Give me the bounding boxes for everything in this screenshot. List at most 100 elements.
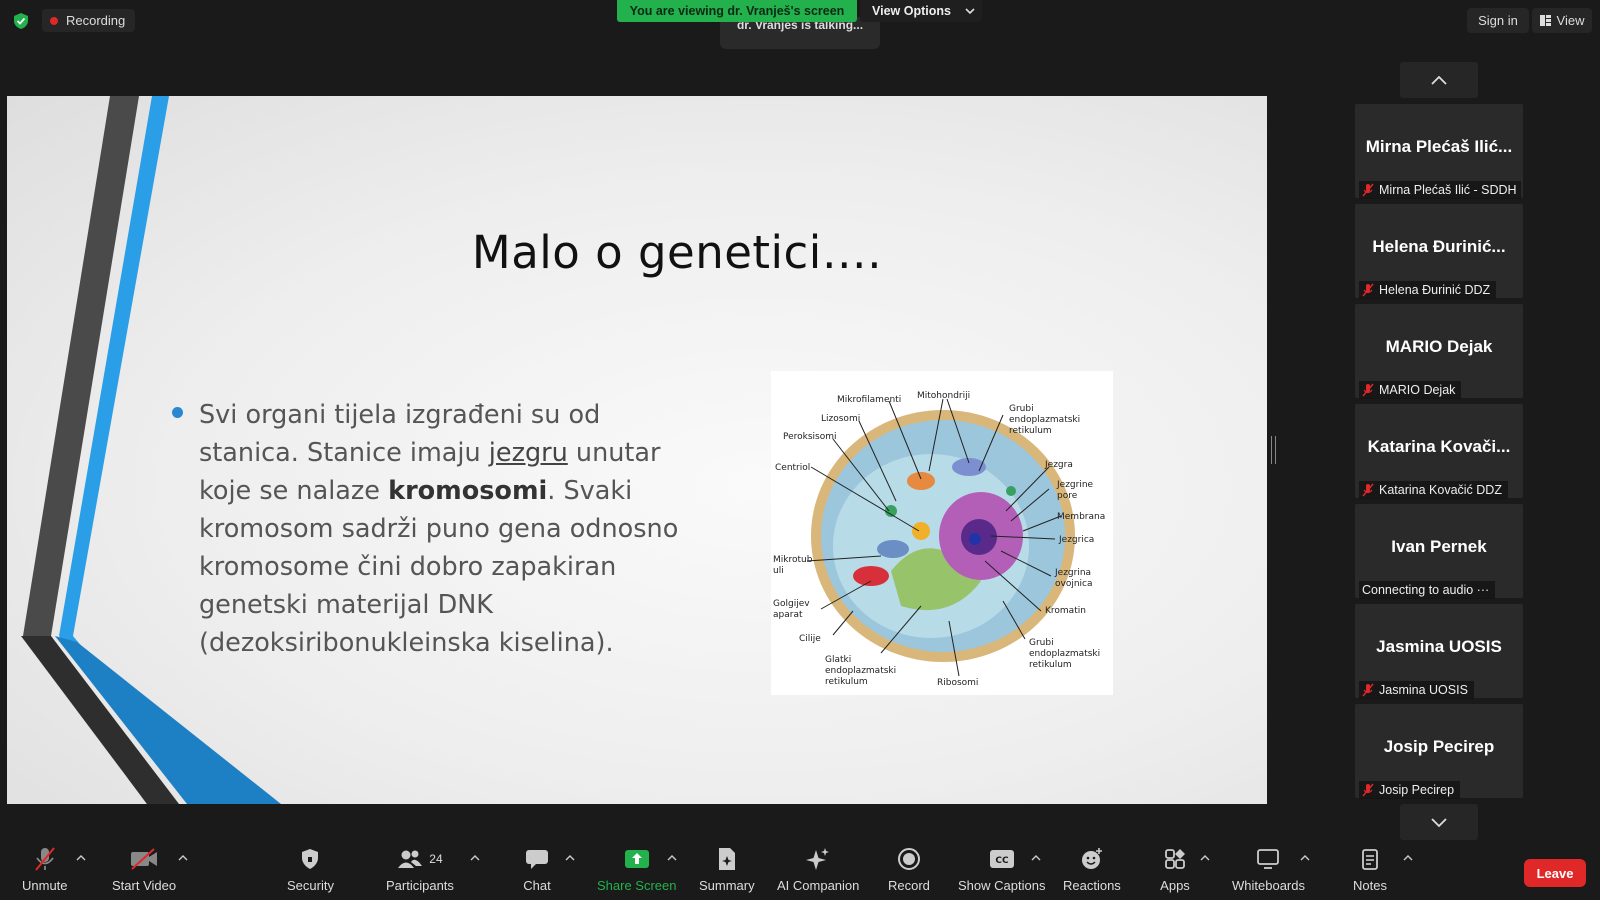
whiteboard-icon	[1257, 849, 1280, 869]
cell-label: pore	[1057, 491, 1078, 501]
cell-label: endoplazmatski	[1009, 415, 1080, 425]
participant-name: Jasmina UOSIS	[1376, 637, 1502, 656]
apps-button[interactable]: Apps	[1160, 846, 1190, 893]
chevron-up-icon[interactable]	[565, 854, 575, 862]
record-dot-icon	[50, 16, 58, 25]
chevron-up-icon[interactable]	[1031, 854, 1041, 862]
participant-label-text: Mirna Plećaš Ilić - SDDH	[1379, 183, 1517, 197]
whiteboards-button[interactable]: Whiteboards	[1232, 846, 1305, 893]
security-shield-icon	[14, 13, 28, 29]
summary-button[interactable]: Summary	[699, 846, 755, 893]
muted-mic-icon	[1362, 783, 1374, 797]
chevron-up-icon[interactable]	[178, 854, 188, 862]
participant-tile[interactable]: Helena Đurinić... Helena Đurinić DDZ	[1355, 204, 1523, 299]
chevron-down-icon	[1431, 817, 1447, 827]
cell-label: endoplazmatski	[825, 666, 896, 676]
cell-label: ovojnica	[1055, 579, 1093, 589]
cell-label: Lizosomi	[821, 414, 860, 424]
cell-label: retikulum	[1009, 426, 1052, 436]
cell-label: Jezgra	[1044, 460, 1073, 470]
captions-icon: CC	[989, 850, 1014, 868]
participant-label: Jasmina UOSIS	[1359, 681, 1474, 699]
cell-label: Centriol	[775, 463, 810, 473]
apps-label: Apps	[1160, 878, 1190, 893]
cell-label: Membrana	[1057, 512, 1105, 522]
cell-diagram: Mikrofilamenti Mitohondriji Grubi endopl…	[773, 391, 1105, 688]
recording-indicator[interactable]: Recording	[42, 9, 136, 32]
grid-view-icon	[1539, 15, 1551, 26]
chevron-up-icon[interactable]	[470, 854, 480, 862]
chevron-up-icon[interactable]	[1403, 854, 1413, 862]
cell-diagram-image: Mikrofilamenti Mitohondriji Grubi endopl…	[771, 371, 1113, 695]
view-button[interactable]: View	[1532, 8, 1592, 33]
slide-title: Malo o genetici….	[471, 226, 883, 279]
participant-tile[interactable]: Mirna Plećaš Ilić... Mirna Plećaš Ilić -…	[1355, 104, 1523, 199]
panel-resize-handle[interactable]	[1271, 436, 1276, 464]
cell-label: aparat	[773, 610, 803, 620]
record-button[interactable]: Record	[888, 846, 930, 893]
notes-icon	[1362, 849, 1378, 870]
notes-button[interactable]: Notes	[1353, 846, 1387, 893]
share-screen-label: Share Screen	[597, 878, 677, 893]
cell-label: uli	[773, 566, 784, 576]
participant-name: Ivan Pernek	[1391, 537, 1487, 556]
participant-label: Connecting to audio ···	[1359, 581, 1496, 599]
chat-label: Chat	[523, 878, 551, 893]
participant-name: Mirna Plećaš Ilić...	[1365, 137, 1513, 156]
chevron-up-icon[interactable]	[667, 854, 677, 862]
security-button[interactable]: Security	[287, 846, 334, 893]
chat-button[interactable]: Chat	[522, 846, 552, 893]
view-options-label: View Options	[872, 4, 951, 18]
viewing-screen-banner: You are viewing dr. Vranješ's screen	[617, 0, 857, 22]
muted-mic-icon	[34, 847, 55, 871]
ai-companion-button[interactable]: AI Companion	[777, 846, 859, 893]
meeting-toolbar: Unmute Start Video Security 24 Participa…	[0, 840, 1600, 900]
chevron-up-icon[interactable]	[1300, 854, 1310, 862]
cell-label: Kromatin	[1045, 606, 1086, 616]
cell-label: Glatki	[825, 655, 851, 665]
cell-label: Golgijev	[773, 599, 810, 609]
security-label: Security	[287, 878, 334, 893]
slide-body-text: Svi organi tijela izgrađeni su od stanic…	[199, 396, 679, 662]
leave-button[interactable]: Leave	[1524, 859, 1586, 887]
participant-tile[interactable]: Katarina Kovači... Katarina Kovačić DDZ	[1355, 404, 1523, 499]
participant-tile[interactable]: Jasmina UOSIS Jasmina UOSIS	[1355, 604, 1523, 699]
participant-label: MARIO Dejak	[1359, 381, 1462, 399]
chevron-up-icon[interactable]	[1200, 854, 1210, 862]
participant-tile[interactable]: Josip Pecirep Josip Pecirep	[1355, 704, 1523, 799]
participant-tile[interactable]: Ivan Pernek Connecting to audio ···	[1355, 504, 1523, 599]
participant-label-text: Helena Đurinić DDZ	[1379, 283, 1491, 297]
start-video-label: Start Video	[112, 878, 177, 893]
ai-companion-label: AI Companion	[777, 878, 860, 893]
reactions-button[interactable]: Reactions	[1063, 846, 1121, 893]
unmute-button[interactable]: Unmute	[22, 846, 68, 893]
start-video-button[interactable]: Start Video	[112, 846, 176, 893]
notes-label: Notes	[1353, 878, 1387, 893]
participant-label: Katarina Kovačić DDZ	[1359, 481, 1508, 499]
chevron-up-icon[interactable]	[76, 854, 86, 862]
participant-label: Helena Đurinić DDZ	[1359, 281, 1497, 299]
bullet-dot	[172, 407, 183, 418]
participant-tile[interactable]: MARIO Dejak MARIO Dejak	[1355, 304, 1523, 399]
view-label: View	[1556, 13, 1585, 28]
scroll-up-button[interactable]	[1400, 62, 1478, 98]
view-options-button[interactable]: View Options	[860, 0, 982, 22]
cell-label: Mikrotub	[773, 555, 813, 565]
svg-text:CC: CC	[995, 856, 1009, 866]
sign-in-button[interactable]: Sign in	[1467, 8, 1529, 33]
participants-button[interactable]: 24 Participants	[386, 846, 454, 893]
participant-label: Josip Pecirep	[1359, 781, 1461, 799]
participant-label-text: Connecting to audio ···	[1362, 583, 1490, 597]
scroll-down-button[interactable]	[1400, 804, 1478, 840]
muted-mic-icon	[1362, 183, 1374, 197]
participants-icon	[398, 850, 423, 868]
record-label: Record	[888, 878, 930, 893]
summary-icon	[718, 848, 735, 870]
share-screen-icon	[624, 850, 649, 868]
participant-count: 24	[429, 852, 443, 866]
top-bar: Recording dr. Vranješ is talking... You …	[0, 0, 1600, 49]
share-screen-button[interactable]: Share Screen	[597, 846, 677, 893]
participant-label-text: Josip Pecirep	[1379, 783, 1455, 797]
cell-label: Cilije	[799, 634, 821, 644]
shared-screen-slide: Malo o genetici…. Svi organi tijela izgr…	[7, 96, 1267, 804]
